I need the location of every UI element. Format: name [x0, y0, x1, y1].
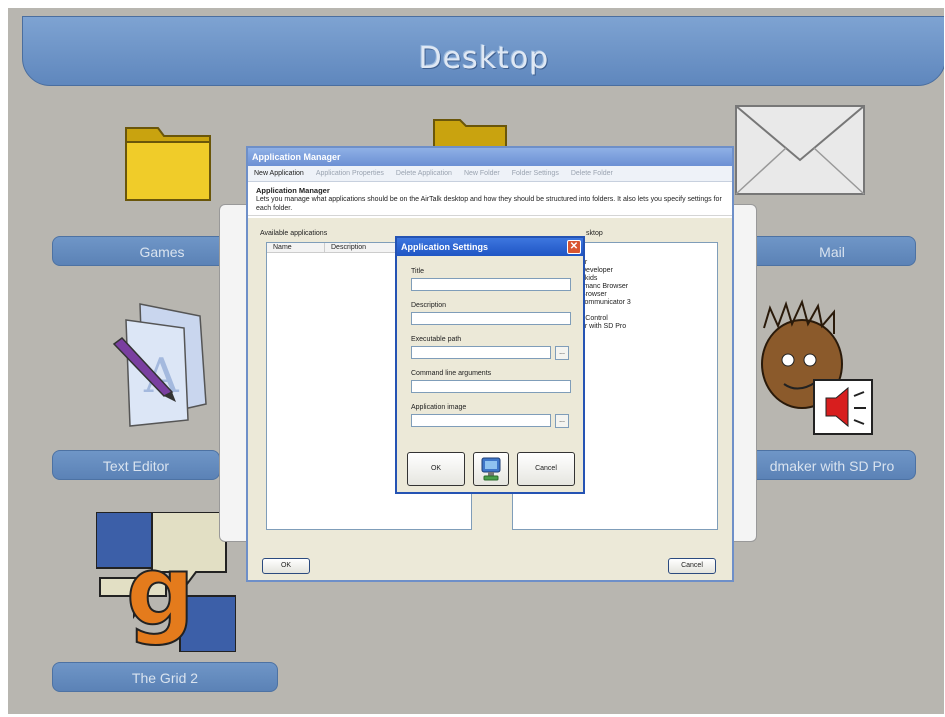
- computer-icon: [481, 457, 501, 481]
- svg-text:g: g: [126, 535, 195, 647]
- toolbar-delete-application[interactable]: Delete Application: [396, 166, 452, 181]
- title-input[interactable]: [411, 278, 571, 291]
- command-line-input[interactable]: [411, 380, 571, 393]
- command-line-label: Command line arguments: [411, 370, 492, 377]
- text-editor-icon[interactable]: A: [104, 300, 224, 430]
- toolbar-new-folder[interactable]: New Folder: [464, 166, 500, 181]
- desktop-header: Desktop: [22, 16, 944, 86]
- toolbar-application-properties[interactable]: Application Properties: [316, 166, 384, 181]
- app-manager-description: Lets you manage what applications should…: [256, 196, 722, 212]
- desktop-screen: Desktop Games Mail A Text Editor dmaker …: [8, 8, 944, 714]
- app-manager-title: Application Manager: [248, 148, 732, 166]
- page-title: Desktop: [418, 41, 550, 76]
- settings-cancel-button[interactable]: Cancel: [517, 452, 575, 486]
- cancel-button[interactable]: Cancel: [668, 558, 716, 574]
- command-line-field: Command line arguments: [411, 370, 571, 393]
- settings-title: Application Settings ✕: [397, 238, 583, 256]
- app-manager-footer: OK Cancel: [248, 546, 732, 580]
- tile-label-grid2[interactable]: The Grid 2: [52, 662, 278, 692]
- tile-label-mail[interactable]: Mail: [748, 236, 916, 266]
- tile-label-speaker[interactable]: dmaker with SD Pro: [748, 450, 916, 480]
- settings-title-text: Application Settings: [401, 242, 489, 252]
- app-image-preview-button[interactable]: [473, 452, 509, 486]
- column-name[interactable]: Name: [267, 243, 325, 252]
- application-image-field: Application image ...: [411, 404, 569, 428]
- app-manager-heading: Application Manager: [256, 186, 330, 195]
- grid2-icon[interactable]: g: [95, 511, 237, 653]
- executable-path-input[interactable]: [411, 346, 551, 359]
- toolbar-folder-settings[interactable]: Folder Settings: [512, 166, 559, 181]
- tile-label-text-editor[interactable]: Text Editor: [52, 450, 220, 480]
- person-speaker-icon[interactable]: [744, 298, 874, 438]
- application-image-input[interactable]: [411, 414, 551, 427]
- executable-path-field: Executable path ...: [411, 336, 569, 360]
- close-icon[interactable]: ✕: [567, 240, 581, 254]
- application-image-label: Application image: [411, 404, 467, 411]
- ok-button[interactable]: OK: [262, 558, 310, 574]
- mail-icon[interactable]: [734, 104, 866, 196]
- description-label: Description: [411, 302, 447, 309]
- title-label: Title: [411, 268, 424, 275]
- toolbar-delete-folder[interactable]: Delete Folder: [571, 166, 613, 181]
- column-description[interactable]: Description: [325, 243, 405, 252]
- browse-image-button[interactable]: ...: [555, 414, 569, 428]
- app-manager-header: Application Manager Lets you manage what…: [248, 182, 732, 216]
- application-settings-dialog: Application Settings ✕ Title Description…: [395, 236, 585, 494]
- description-field: Description: [411, 302, 571, 325]
- toolbar-new-application[interactable]: New Application: [254, 166, 304, 181]
- settings-ok-button[interactable]: OK: [407, 452, 465, 486]
- executable-path-label: Executable path: [411, 336, 462, 343]
- browse-executable-button[interactable]: ...: [555, 346, 569, 360]
- games-folder-icon[interactable]: [120, 112, 216, 208]
- description-input[interactable]: [411, 312, 571, 325]
- title-field: Title: [411, 268, 571, 291]
- app-manager-toolbar: New Application Application Properties D…: [248, 166, 732, 182]
